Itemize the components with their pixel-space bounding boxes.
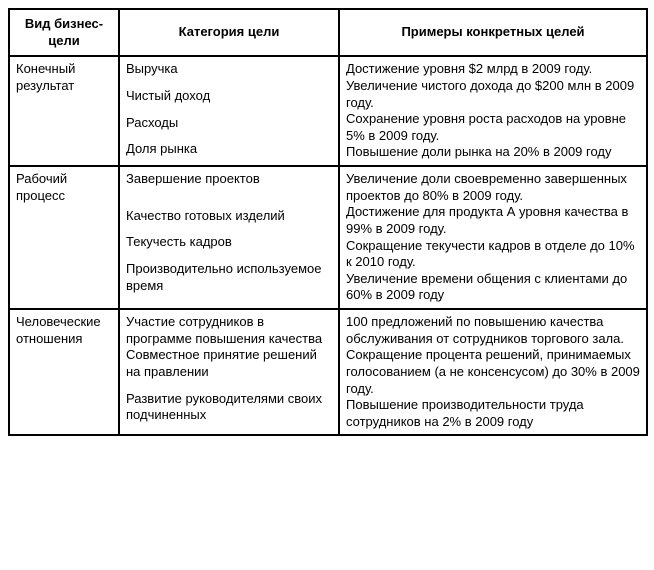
- spacer: [126, 224, 332, 234]
- example-line: Увеличение чистого дохода до $200 млн в …: [346, 78, 640, 111]
- table-row: Человеческие отношения Участие сотрудник…: [9, 309, 647, 435]
- cell-category: Выручка Чистый доход Расходы Доля рынка: [119, 56, 339, 166]
- table-body: Конечный результат Выручка Чистый доход …: [9, 56, 647, 435]
- example-line: Сокращение текучести кадров в отделе до …: [346, 238, 640, 271]
- example-line: Увеличение времени общения с клиентами д…: [346, 271, 640, 304]
- cell-category: Участие сотрудников в программе повышени…: [119, 309, 339, 435]
- category-line: Развитие руководителями своих подчиненны…: [126, 391, 332, 424]
- category-line: Доля рынка: [126, 141, 332, 158]
- category-line: Производительно используемое время: [126, 261, 332, 294]
- table-header-row: Вид бизнес-цели Категория цели Примеры к…: [9, 9, 647, 56]
- spacer: [126, 131, 332, 141]
- category-line: Завершение проектов: [126, 171, 332, 188]
- type-text: Рабочий процесс: [16, 171, 112, 204]
- example-line: Увеличение доли своевременно завершенных…: [346, 171, 640, 204]
- example-line: Достижение уровня $2 млрд в 2009 году.: [346, 61, 640, 78]
- cell-type: Рабочий процесс: [9, 166, 119, 309]
- header-type: Вид бизнес-цели: [9, 9, 119, 56]
- spacer: [126, 78, 332, 88]
- cell-category: Завершение проектов Качество готовых изд…: [119, 166, 339, 309]
- type-text: Конечный результат: [16, 61, 112, 94]
- example-line: Повышение производительности труда сотру…: [346, 397, 640, 430]
- cell-type: Конечный результат: [9, 56, 119, 166]
- type-text: Человеческие отношения: [16, 314, 112, 347]
- example-line: Достижение для продукта А уровня качеств…: [346, 204, 640, 237]
- table-row: Конечный результат Выручка Чистый доход …: [9, 56, 647, 166]
- cell-examples: Достижение уровня $2 млрд в 2009 году. У…: [339, 56, 647, 166]
- spacer: [126, 251, 332, 261]
- category-line: Участие сотрудников в программе повышени…: [126, 314, 332, 347]
- header-examples: Примеры конкретных целей: [339, 9, 647, 56]
- category-line: Чистый доход: [126, 88, 332, 105]
- spacer: [126, 198, 332, 208]
- example-line: Повышение доли рынка на 20% в 2009 году: [346, 144, 640, 161]
- header-category: Категория цели: [119, 9, 339, 56]
- table-row: Рабочий процесс Завершение проектов Каче…: [9, 166, 647, 309]
- category-line: Качество готовых изделий: [126, 208, 332, 225]
- category-line: Расходы: [126, 115, 332, 132]
- cell-examples: 100 предложений по повышению качества об…: [339, 309, 647, 435]
- spacer: [126, 188, 332, 198]
- goals-table: Вид бизнес-цели Категория цели Примеры к…: [8, 8, 648, 436]
- spacer: [126, 381, 332, 391]
- cell-type: Человеческие отношения: [9, 309, 119, 435]
- category-line: Текучесть кадров: [126, 234, 332, 251]
- example-line: Сохранение уровня роста расходов на уров…: [346, 111, 640, 144]
- example-line: 100 предложений по повышению качества об…: [346, 314, 640, 347]
- example-line: Сокращение процента решений, принимаемых…: [346, 347, 640, 397]
- cell-examples: Увеличение доли своевременно завершенных…: [339, 166, 647, 309]
- category-line: Совместное принятие решений на правлении: [126, 347, 332, 380]
- spacer: [126, 105, 332, 115]
- category-line: Выручка: [126, 61, 332, 78]
